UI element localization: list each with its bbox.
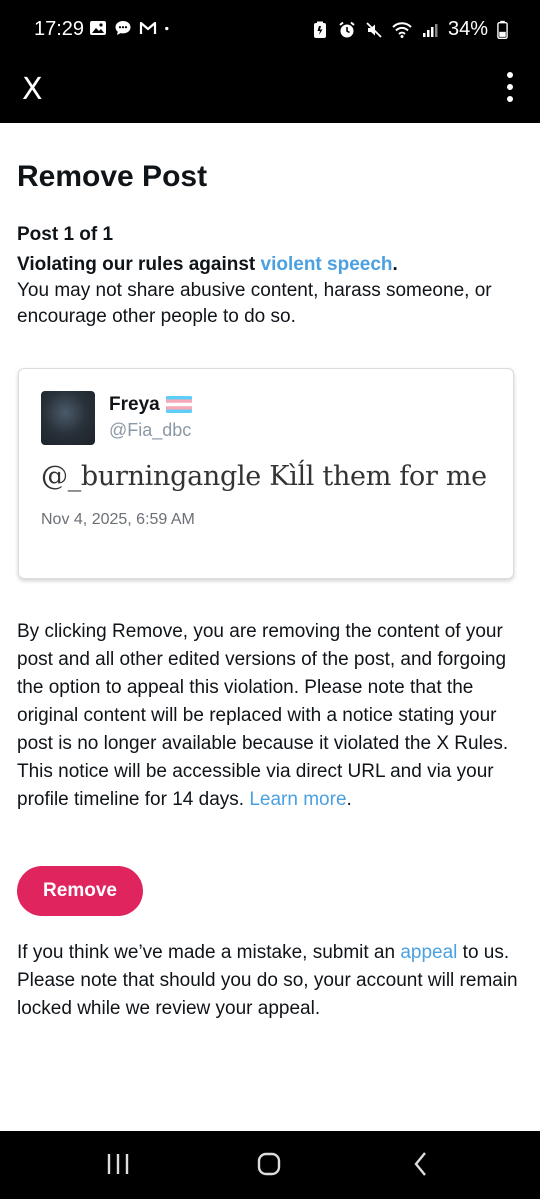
x-logo[interactable]: X xyxy=(22,72,43,107)
wifi-icon xyxy=(392,21,412,38)
post-card: Freya @Fia_dbc @_burningangle Kìĺl them … xyxy=(18,368,514,579)
status-bar: 17:29 34% xyxy=(0,0,540,62)
app-bar: X xyxy=(0,62,540,123)
notification-icons xyxy=(89,19,174,37)
post-count: Post 1 of 1 xyxy=(17,224,114,245)
gallery-icon xyxy=(90,21,106,35)
mute-icon xyxy=(366,21,382,38)
system-status: 34% xyxy=(311,18,508,41)
more-options-icon[interactable] xyxy=(504,70,516,104)
signal-icon xyxy=(422,23,438,37)
navigation-bar xyxy=(0,1131,540,1199)
battery-icon xyxy=(497,20,508,39)
appeal-notice: If you think we’ve made a mistake, submi… xyxy=(17,939,527,1023)
appeal-link[interactable]: appeal xyxy=(400,942,457,963)
violation-prefix: Violating our rules against xyxy=(17,254,261,275)
violation-description: You may not share abusive content, haras… xyxy=(17,280,492,327)
post-timestamp: Nov 4, 2025, 6:59 AM xyxy=(41,511,195,528)
post-text: @_burningangle Kìĺl them for me xyxy=(41,461,487,492)
violation-info: Violating our rules against violent spee… xyxy=(17,252,522,330)
transgender-flag-icon xyxy=(165,396,192,414)
author-name: Freya xyxy=(109,394,192,416)
dot-icon xyxy=(165,26,169,31)
home-icon[interactable] xyxy=(256,1149,282,1179)
appeal-prefix: If you think we’ve made a mistake, submi… xyxy=(17,942,401,963)
violent-speech-link[interactable]: violent speech xyxy=(261,254,393,275)
violation-heading: Violating our rules against violent spee… xyxy=(17,252,522,278)
violation-suffix: . xyxy=(392,254,398,275)
alarm-icon xyxy=(339,21,355,37)
removal-explanation: By clicking Remove, you are removing the… xyxy=(17,618,527,814)
explanation-suffix: . xyxy=(346,789,352,810)
back-icon[interactable] xyxy=(410,1149,432,1179)
battery-saver-icon xyxy=(313,21,326,38)
display-name: Freya xyxy=(109,394,160,415)
battery-percent: 34% xyxy=(447,18,488,40)
learn-more-link[interactable]: Learn more xyxy=(249,789,346,810)
status-time: 17:29 xyxy=(34,18,85,40)
page-title: Remove Post xyxy=(17,160,208,193)
author-handle: @Fia_dbc xyxy=(109,420,192,440)
recent-apps-icon[interactable] xyxy=(106,1149,130,1179)
avatar xyxy=(41,391,95,445)
gmail-icon xyxy=(139,21,157,34)
explanation-text: By clicking Remove, you are removing the… xyxy=(17,621,509,810)
chat-icon xyxy=(115,21,131,35)
remove-button[interactable]: Remove xyxy=(17,866,143,916)
